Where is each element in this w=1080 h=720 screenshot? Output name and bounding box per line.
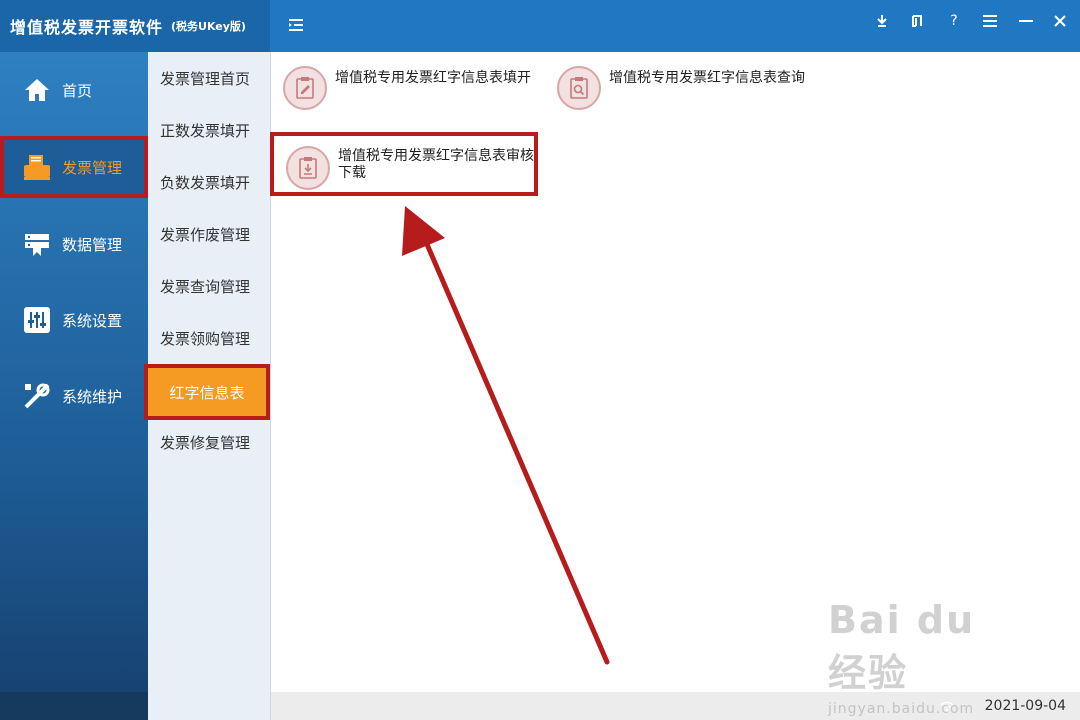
main-content: 增值税专用发票红字信息表填开 增值税专用发票红字信息表查询 增值税专用发票红字信… — [270, 52, 1080, 692]
sidebar-item-label: 首页 — [62, 81, 93, 100]
sidebar-item-label: 数据管理 — [62, 235, 123, 254]
app-subtitle-text: (税务UKey版) — [171, 20, 246, 33]
exit-icon[interactable] — [906, 10, 930, 32]
printer-icon — [22, 152, 52, 182]
home-icon — [22, 75, 52, 105]
watermark-url: jingyan.baidu.com — [828, 701, 975, 717]
sidebar-item-system-maintenance[interactable]: 系统维护 — [0, 366, 148, 426]
sidebar-item-invoice-management[interactable]: 发票管理 — [0, 136, 148, 198]
main-sidebar: 首页 发票管理 数据管理 系统设置 系统维护 — [0, 52, 148, 720]
clipboard-search-icon — [557, 66, 601, 110]
database-icon — [22, 229, 52, 259]
card-red-info-fill[interactable]: 增值税专用发票红字信息表填开 — [283, 66, 543, 110]
menu-icon[interactable] — [978, 10, 1002, 32]
sub-navigation: 发票管理首页 正数发票填开 负数发票填开 发票作废管理 发票查询管理 发票领购管… — [144, 52, 271, 720]
subnav-item-negative-invoice[interactable]: 负数发票填开 — [148, 162, 270, 202]
watermark-logo: Bai du 经验 — [828, 598, 976, 695]
subnav-item-positive-invoice[interactable]: 正数发票填开 — [148, 110, 270, 150]
sidebar-footer — [0, 692, 148, 720]
close-icon[interactable] — [1048, 10, 1072, 32]
minimize-icon[interactable] — [1014, 10, 1038, 32]
tools-icon — [22, 381, 52, 411]
subnav-item-invoice-repair[interactable]: 发票修复管理 — [148, 422, 270, 462]
sidebar-item-label: 发票管理 — [62, 158, 123, 177]
subnav-item-red-info-table[interactable]: 红字信息表 — [144, 364, 270, 420]
card-label: 增值税专用发票红字信息表填开 — [335, 70, 531, 86]
app-title: 增值税发票开票软件 (税务UKey版) — [0, 0, 270, 52]
sidebar-item-system-settings[interactable]: 系统设置 — [0, 290, 148, 350]
card-red-info-query[interactable]: 增值税专用发票红字信息表查询 — [557, 66, 817, 110]
clipboard-edit-icon — [283, 66, 327, 110]
card-red-info-review-download[interactable]: 增值税专用发票红字信息表审核下载 — [270, 132, 538, 196]
subnav-item-invoice-home[interactable]: 发票管理首页 — [148, 58, 270, 98]
collapse-menu-icon[interactable] — [286, 14, 306, 36]
sliders-icon — [22, 305, 52, 335]
sidebar-item-label: 系统设置 — [62, 311, 123, 330]
subnav-item-invoice-query[interactable]: 发票查询管理 — [148, 266, 270, 306]
card-label: 增值税专用发票红字信息表审核下载 — [338, 148, 534, 181]
app-title-text: 增值税发票开票软件 — [10, 18, 164, 37]
sidebar-item-home[interactable]: 首页 — [0, 60, 148, 120]
subnav-item-void-invoice[interactable]: 发票作废管理 — [148, 214, 270, 254]
help-icon[interactable]: ? — [942, 10, 966, 32]
clipboard-download-icon — [286, 146, 330, 190]
sidebar-item-data-management[interactable]: 数据管理 — [0, 214, 148, 274]
card-label: 增值税专用发票红字信息表查询 — [609, 70, 805, 86]
baidu-watermark: Bai du 经验 jingyan.baidu.com — [828, 598, 1028, 717]
sidebar-item-label: 系统维护 — [62, 387, 123, 406]
subnav-item-invoice-purchase[interactable]: 发票领购管理 — [148, 318, 270, 358]
download-icon[interactable] — [870, 10, 894, 32]
